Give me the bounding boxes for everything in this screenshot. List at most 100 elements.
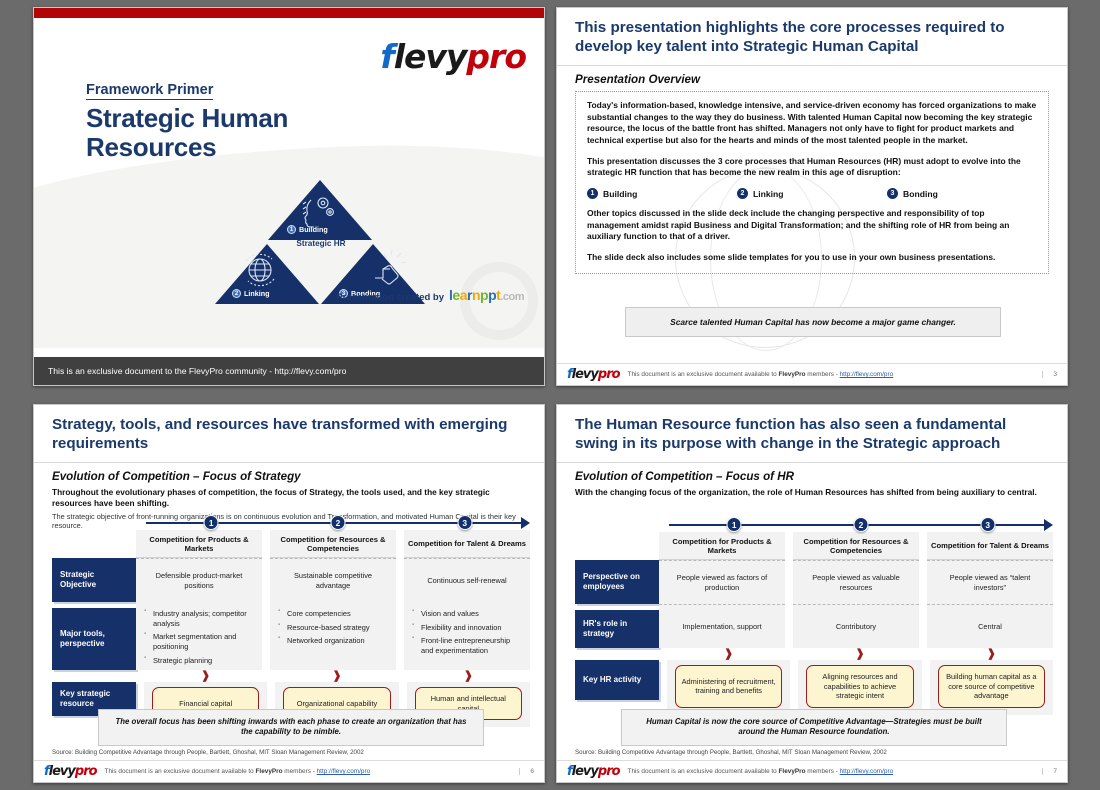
timeline-arrowhead-icon bbox=[521, 517, 530, 529]
matrix-column-1[interactable]: Competition for Products & Markets Peopl… bbox=[659, 532, 785, 648]
page-title-line-1: Strategic Human bbox=[86, 103, 289, 133]
page-title: Strategic Human Resources bbox=[86, 103, 289, 163]
phase-badge-2[interactable]: 2 bbox=[853, 517, 869, 532]
phase-badge-1[interactable]: 1 bbox=[726, 517, 742, 532]
overview-subheading: Presentation Overview bbox=[575, 73, 701, 87]
overview-paragraph-3: Other topics discussed in the slide deck… bbox=[587, 208, 1010, 242]
footer-link[interactable]: http://flevy.com/pro bbox=[840, 768, 894, 775]
row-label-spacer bbox=[52, 530, 136, 558]
step-label-2: Linking bbox=[753, 188, 784, 199]
column-header-2: Competition for Resources & Competencies bbox=[270, 530, 396, 558]
strategy-subheading: Evolution of Competition – Focus of Stra… bbox=[52, 470, 301, 484]
phase-badge-2[interactable]: 2 bbox=[330, 515, 346, 530]
row-label-strategic-objective: Strategic Objective bbox=[52, 558, 136, 602]
chevron-down-icon: ❱ bbox=[855, 647, 865, 660]
row-label-key-hr-activity: Key HR activity bbox=[575, 660, 659, 700]
flevypro-logo-footer: flevypro bbox=[567, 764, 621, 779]
footer-text-2: members - bbox=[805, 768, 840, 775]
chevron-down-icon: ❱ bbox=[724, 647, 734, 660]
learnppt-logo: learnppt.com bbox=[449, 288, 524, 303]
created-by-credit: Presentation created by learnppt.com bbox=[336, 288, 524, 303]
footer-brand: FlevyPro bbox=[778, 371, 806, 378]
matrix-column-2[interactable]: Competition for Resources & Competencies… bbox=[793, 532, 919, 648]
learnppt-p: p bbox=[480, 287, 489, 303]
matrix-column-3[interactable]: Competition for Talent & Dreams People v… bbox=[927, 532, 1053, 648]
hr-callout-box: Human Capital is now the core source of … bbox=[621, 708, 1007, 746]
chevron-cell-2: ❱ bbox=[798, 648, 921, 660]
phase-timeline-arrow: 1 2 3 bbox=[669, 517, 1053, 532]
column-header-1: Competition for Products & Markets bbox=[136, 530, 262, 558]
logo-part-pro: pro bbox=[74, 764, 98, 779]
slide-title-page[interactable]: flevypro Framework Primer Strategic Huma… bbox=[33, 7, 545, 386]
footer-link[interactable]: http://flevy.com/pro bbox=[840, 371, 894, 378]
cell-perspective-2: People viewed as valuable resources bbox=[793, 560, 919, 604]
chevron-down-icon: ❱ bbox=[986, 647, 996, 660]
list-item: Core competencies bbox=[278, 608, 389, 619]
learnppt-n: n bbox=[471, 287, 481, 303]
flevypro-logo-footer: flevypro bbox=[567, 368, 621, 381]
bullet-list-3: Vision and values Flexibility and innova… bbox=[412, 608, 523, 656]
step-badge-1: 1 bbox=[587, 188, 598, 200]
overview-callout-box: Scarce talented Human Capital has now be… bbox=[625, 307, 1001, 337]
cell-tools-1: Industry analysis; competitor analysis M… bbox=[136, 602, 262, 670]
triangle-badge-2: 2 bbox=[232, 289, 241, 298]
matrix-grid: Perspective on employees HR's role in st… bbox=[575, 532, 1053, 648]
footer-text-1: This document is an exclusive document a… bbox=[627, 371, 779, 378]
source-citation: Source: Building Competitive Advantage t… bbox=[575, 749, 887, 756]
logo-part-f: f bbox=[380, 37, 394, 76]
overview-step-building: 1 Building bbox=[587, 188, 737, 200]
bullet-list-1: Industry analysis; competitor analysis M… bbox=[144, 608, 255, 666]
footer-brand: FlevyPro bbox=[778, 768, 806, 775]
cell-objective-2: Sustainable competitive advantage bbox=[270, 558, 396, 602]
pill-wrap-1: Administering of recruitment, training a… bbox=[667, 660, 791, 715]
chevron-cell-1: ❱ bbox=[667, 648, 790, 660]
logo-part-levy: levy bbox=[571, 764, 599, 779]
pill-wrap-3: Building human capital as a core source … bbox=[929, 660, 1053, 715]
chevron-cell-3: ❱ bbox=[930, 648, 1053, 660]
phase-badge-3[interactable]: 3 bbox=[980, 517, 996, 532]
page-title-line-2: Resources bbox=[86, 132, 217, 163]
overview-core-processes: 1 Building 2 Linking 3 Bonding bbox=[587, 188, 1037, 200]
list-item: Industry analysis; competitor analysis bbox=[144, 608, 255, 628]
chevron-divider-row: ❱ ❱ ❱ bbox=[144, 670, 530, 682]
pill-aligning-resources[interactable]: Aligning resources and capabilities to a… bbox=[806, 665, 914, 708]
triangle-label-linking: 2 Linking bbox=[232, 289, 270, 298]
matrix-column-1[interactable]: Competition for Products & Markets Defen… bbox=[136, 530, 262, 670]
phase-badge-3[interactable]: 3 bbox=[457, 515, 473, 530]
slide-presentation-overview[interactable]: This presentation highlights the core pr… bbox=[556, 7, 1068, 386]
key-hr-activity-row: Key HR activity Administering of recruit… bbox=[575, 660, 1053, 715]
footer-text: This document is an exclusive document a… bbox=[628, 371, 894, 378]
pill-building-human-capital[interactable]: Building human capital as a core source … bbox=[937, 665, 1045, 708]
chevron-down-icon: ❱ bbox=[463, 669, 473, 682]
slide-evolution-of-competition-strategy[interactable]: Strategy, tools, and resources have tran… bbox=[33, 404, 545, 783]
footer-text-2: members - bbox=[282, 768, 317, 775]
hr-lead: With the changing focus of the organizat… bbox=[575, 487, 1037, 498]
footer-brand: FlevyPro bbox=[255, 768, 283, 775]
strategy-matrix: 1 2 3 Strategic Objective Major tools, p… bbox=[52, 515, 530, 728]
title-slide-footer: This is an exclusive document to the Fle… bbox=[34, 357, 544, 385]
phase-badge-1[interactable]: 1 bbox=[203, 515, 219, 530]
matrix-columns: Competition for Products & Markets Defen… bbox=[136, 530, 530, 670]
footer-text-2: members - bbox=[805, 371, 840, 378]
overview-paragraph-2: This presentation discusses the 3 core p… bbox=[587, 155, 1021, 178]
cell-tools-2: Core competencies Resource-based strateg… bbox=[270, 602, 396, 670]
matrix-column-3[interactable]: Competition for Talent & Dreams Continuo… bbox=[404, 530, 530, 670]
chevron-divider-row: ❱ ❱ ❱ bbox=[667, 648, 1053, 660]
pill-administering-recruitment[interactable]: Administering of recruitment, training a… bbox=[675, 665, 783, 708]
row-label-perspective-on-employees: Perspective on employees bbox=[575, 560, 659, 604]
page-title: This presentation highlights the core pr… bbox=[575, 19, 1005, 55]
matrix-column-2[interactable]: Competition for Resources & Competencies… bbox=[270, 530, 396, 670]
overview-step-bonding: 3 Bonding bbox=[887, 188, 1037, 200]
strategy-header: Strategy, tools, and resources have tran… bbox=[34, 405, 544, 464]
learnppt-p2: p bbox=[488, 287, 497, 303]
list-item: Strategic planning bbox=[144, 655, 255, 666]
footer-link[interactable]: http://flevy.com/pro bbox=[317, 768, 371, 775]
row-label-hr-role-in-strategy: HR's role in strategy bbox=[575, 610, 659, 648]
overview-header: This presentation highlights the core pr… bbox=[557, 8, 1067, 67]
cell-objective-1: Defensible product-market positions bbox=[136, 558, 262, 602]
cell-objective-3: Continuous self-renewal bbox=[404, 558, 530, 602]
matrix-row-labels: Strategic Objective Major tools, perspec… bbox=[52, 530, 136, 670]
slide-evolution-of-competition-hr[interactable]: The Human Resource function has also see… bbox=[556, 404, 1068, 783]
cell-perspective-3: People viewed as “talent investors” bbox=[927, 560, 1053, 604]
hr-matrix: 1 2 3 Perspective on employees HR's role… bbox=[575, 517, 1053, 715]
